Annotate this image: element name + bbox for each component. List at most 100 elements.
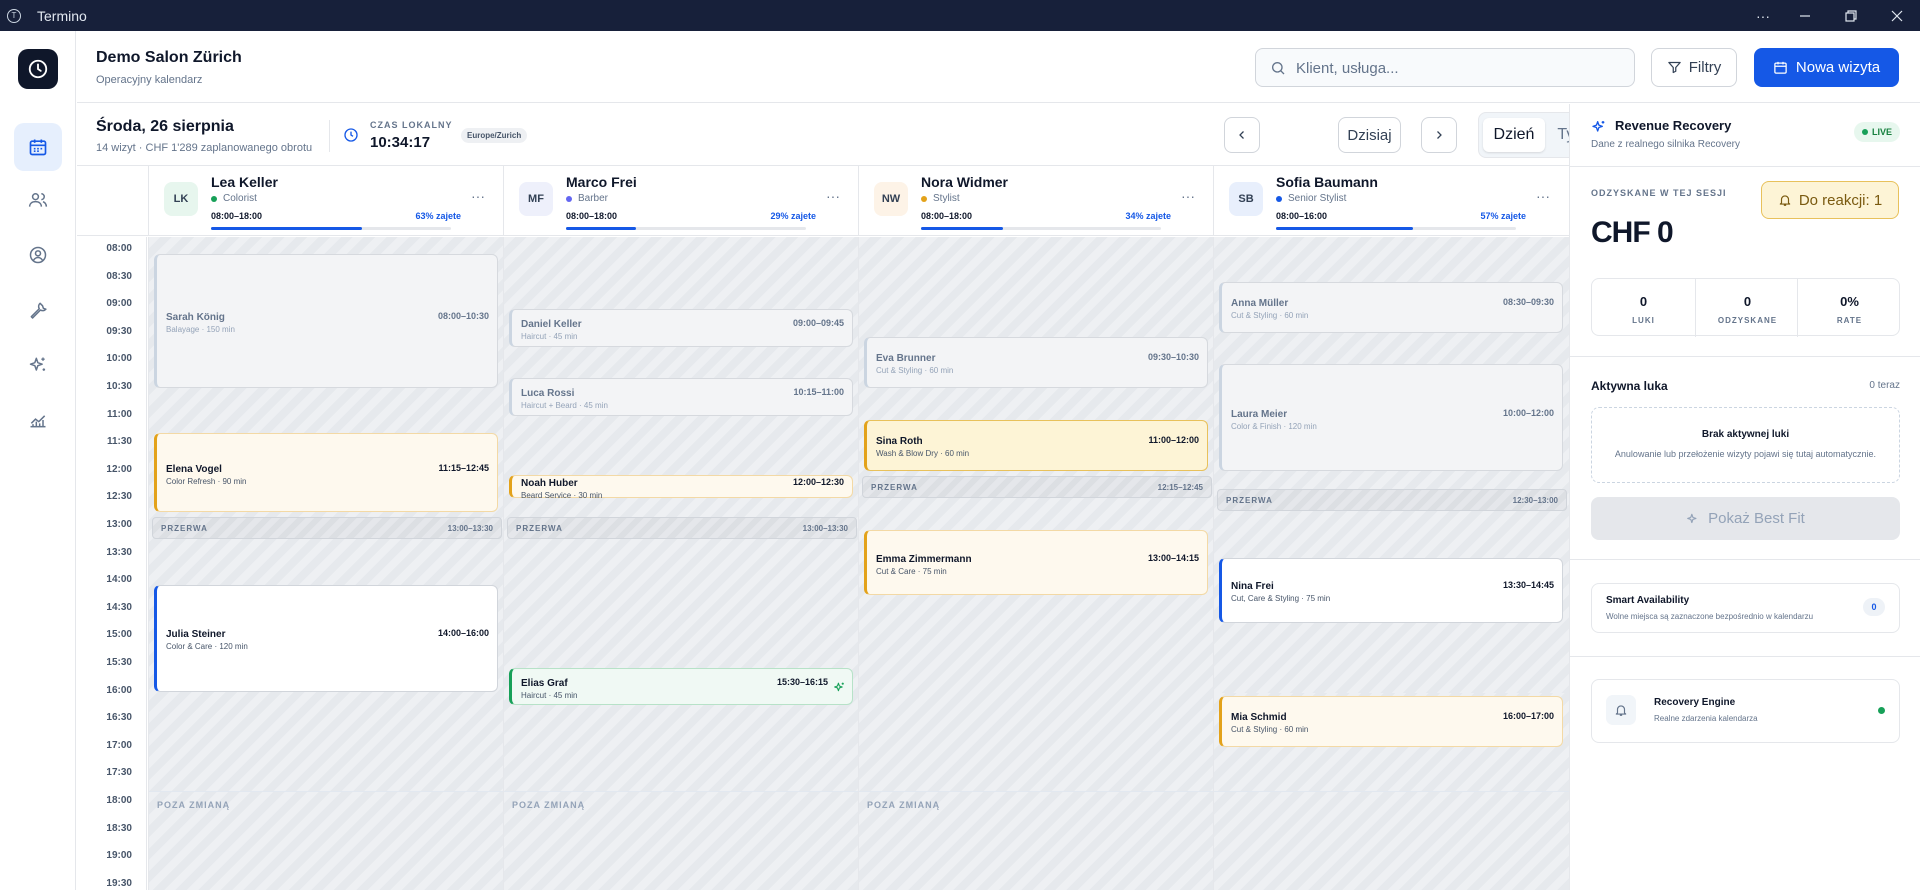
search-input[interactable]: Klient, usługa... (1255, 48, 1635, 87)
time-label: 10:30 (106, 381, 132, 392)
appointment-card[interactable]: Eva Brunner Cut & Styling · 60 min 09:30–1… (864, 336, 1208, 388)
staff-hours: 08:00–18:00 (211, 211, 263, 221)
best-fit-button[interactable]: Pokaż Best Fit (1591, 497, 1900, 540)
staff-column: POZA ZMIANĄ PRZERWA 13:00–13:30 Daniel Kell… (503, 237, 859, 890)
time-label: 11:30 (106, 436, 132, 448)
appointment-card[interactable]: Luca Rossi Haircut + Beard · 45 min 10:15–… (509, 378, 853, 416)
appointment-card[interactable]: Nina Frei Cut, Care & Styling · 75 min 13:… (1219, 557, 1563, 623)
nav-recovery-sparkle-icon[interactable] (14, 341, 62, 389)
occupancy-label: 34% zajete (1125, 211, 1171, 221)
break-block: PRZERWA 13:00–13:30 (152, 517, 502, 539)
appointment-card[interactable]: Elena Vogel Color Refresh · 90 min 11:15–1… (154, 433, 498, 513)
role-dot (1276, 196, 1282, 202)
today-button[interactable]: Dzisiaj (1338, 117, 1401, 153)
break-label: PRZERWA (516, 524, 563, 533)
break-label: PRZERWA (161, 524, 208, 533)
recovery-engine-card[interactable]: Recovery Engine Realne zdarzenia kalenda… (1591, 679, 1900, 743)
app-header: Demo Salon Zürich Operacyjny kalendarz K… (77, 31, 1920, 103)
view-day-tab[interactable]: Dzień (1483, 118, 1545, 152)
filter-icon (1667, 60, 1682, 75)
to-react-button[interactable]: Do reakcji: 1 (1761, 181, 1899, 219)
appointment-card[interactable]: Sina Roth Wash & Blow Dry · 60 min 11:00–1… (864, 419, 1208, 471)
title-bar: T Termino ··· (0, 0, 1920, 31)
sidebar (0, 31, 76, 890)
client-name: Daniel Keller (521, 318, 582, 330)
break-block: PRZERWA 12:15–12:45 (862, 475, 1212, 498)
avatar: MF (519, 182, 553, 216)
filters-button[interactable]: Filtry (1651, 48, 1737, 87)
minimize-button[interactable] (1782, 0, 1828, 31)
appointment-card[interactable]: Sarah König Balayage · 150 min 08:00–10:30 (154, 254, 498, 388)
time-column: 08:00 08:30 09:00 09:30 10:00 10:30 11:00 11:30… (77, 237, 147, 890)
search-placeholder: Klient, usługa... (1296, 60, 1399, 77)
nav-analytics-icon[interactable] (14, 396, 62, 444)
smart-availability-card[interactable]: Smart Availability Wolne miejsca są zazn… (1591, 583, 1900, 633)
date-toolbar: Środa, 26 sierpnia 14 wizyt · CHF 1'289 … (77, 104, 1626, 166)
appointment-card[interactable]: Daniel Keller Haircut · 45 min 09:00–09:45 (509, 309, 853, 347)
sparkle-icon (1686, 512, 1700, 526)
occupancy-label: 57% zajete (1480, 211, 1526, 221)
smart-text: Wolne miejsca są zaznaczone bezpośrednio… (1606, 612, 1814, 621)
clock-icon (343, 127, 359, 143)
time-label: 15:00 (106, 629, 132, 641)
client-name: Sarah König (166, 312, 225, 323)
appointment-card[interactable]: Emma Zimmermann Cut & Care · 75 min 13:00–… (864, 530, 1208, 595)
more-icon[interactable]: ··· (1740, 0, 1786, 31)
appointment-card[interactable]: Anna Müller Cut & Styling · 60 min 08:30–0… (1219, 281, 1563, 333)
recovered-amount: CHF 0 (1591, 216, 1674, 249)
off-shift-label: POZA ZMIANĄ (157, 800, 231, 810)
next-day-button[interactable] (1421, 117, 1457, 153)
staff-hours: 08:00–16:00 (1276, 211, 1328, 221)
appointment-card[interactable]: Elias Graf Haircut · 45 min 15:30–16:15 (509, 668, 853, 706)
appointment-card[interactable]: Julia Steiner Color & Care · 120 min 14:00… (154, 585, 498, 692)
appointment-time: 13:00–14:15 (1147, 552, 1199, 563)
session-label: ODZYSKANE W TEJ SESJI (1591, 188, 1727, 198)
restore-button[interactable] (1828, 0, 1874, 31)
client-name: Mia Schmid (1231, 712, 1287, 724)
nav-calendar-icon[interactable] (14, 123, 62, 171)
client-name: Noah Huber (521, 477, 578, 489)
appointment-card[interactable]: Laura Meier Color & Finish · 120 min 10:00… (1219, 364, 1563, 471)
new-visit-label: Nowa wizyta (1795, 59, 1881, 76)
staff-role: Senior Stylist (1288, 193, 1347, 204)
timezone-badge: Europe/Zurich (461, 128, 528, 143)
best-fit-label: Pokaż Best Fit (1708, 510, 1805, 527)
close-button[interactable] (1874, 0, 1920, 31)
stat-label: ODZYSKANE (1717, 316, 1778, 325)
local-time-label: CZAS LOKALNY (370, 120, 453, 130)
brand-clock-icon[interactable] (18, 49, 58, 89)
nav-profile-icon[interactable] (14, 231, 62, 279)
off-shift-area: POZA ZMIANĄ (149, 791, 504, 890)
break-label: PRZERWA (1226, 496, 1273, 506)
salon-subtitle: Operacyjny kalendarz (96, 74, 203, 86)
more-menu-icon[interactable]: ··· (1536, 188, 1550, 204)
appointment-card[interactable]: Noah Huber Beard Service · 30 min 12:00–12… (509, 474, 853, 500)
nav-services-wrench-icon[interactable] (14, 286, 62, 334)
time-label: 09:00 (106, 298, 132, 310)
off-shift-area (1214, 791, 1569, 890)
bell-icon (1606, 695, 1636, 725)
more-menu-icon[interactable]: ··· (471, 188, 485, 204)
new-visit-button[interactable]: Nowa wizyta (1754, 48, 1899, 87)
current-date: Środa, 26 sierpnia (96, 118, 234, 135)
free-slot-area[interactable] (859, 237, 1214, 803)
nav-clients-icon[interactable] (14, 176, 62, 224)
occupancy-fill (566, 227, 636, 230)
stat-value: 0 (1743, 294, 1752, 309)
more-menu-icon[interactable]: ··· (1181, 188, 1195, 204)
more-menu-icon[interactable]: ··· (826, 188, 840, 204)
client-name: Luca Rossi (521, 387, 575, 399)
filters-label: Filtry (1688, 59, 1722, 76)
stat-value: 0% (1840, 294, 1859, 309)
stat-value: 0 (1639, 294, 1648, 309)
app-logo-icon: T (7, 8, 21, 23)
time-label: 17:30 (106, 767, 132, 779)
appointment-time: 08:00–10:30 (437, 311, 489, 321)
service-info: Cut & Care · 75 min (876, 566, 947, 576)
time-label: 16:30 (106, 712, 132, 724)
no-gap-box: Brak aktywnej luki Anulowanie lub przeło… (1591, 407, 1900, 483)
appointment-card[interactable]: Mia Schmid Cut & Styling · 60 min 16:00–17… (1219, 695, 1563, 747)
time-label: 10:00 (106, 353, 132, 365)
calendar-grid: 08:00 08:30 09:00 09:30 10:00 10:30 11:00 11:30… (77, 237, 1569, 890)
prev-day-button[interactable] (1224, 117, 1260, 153)
